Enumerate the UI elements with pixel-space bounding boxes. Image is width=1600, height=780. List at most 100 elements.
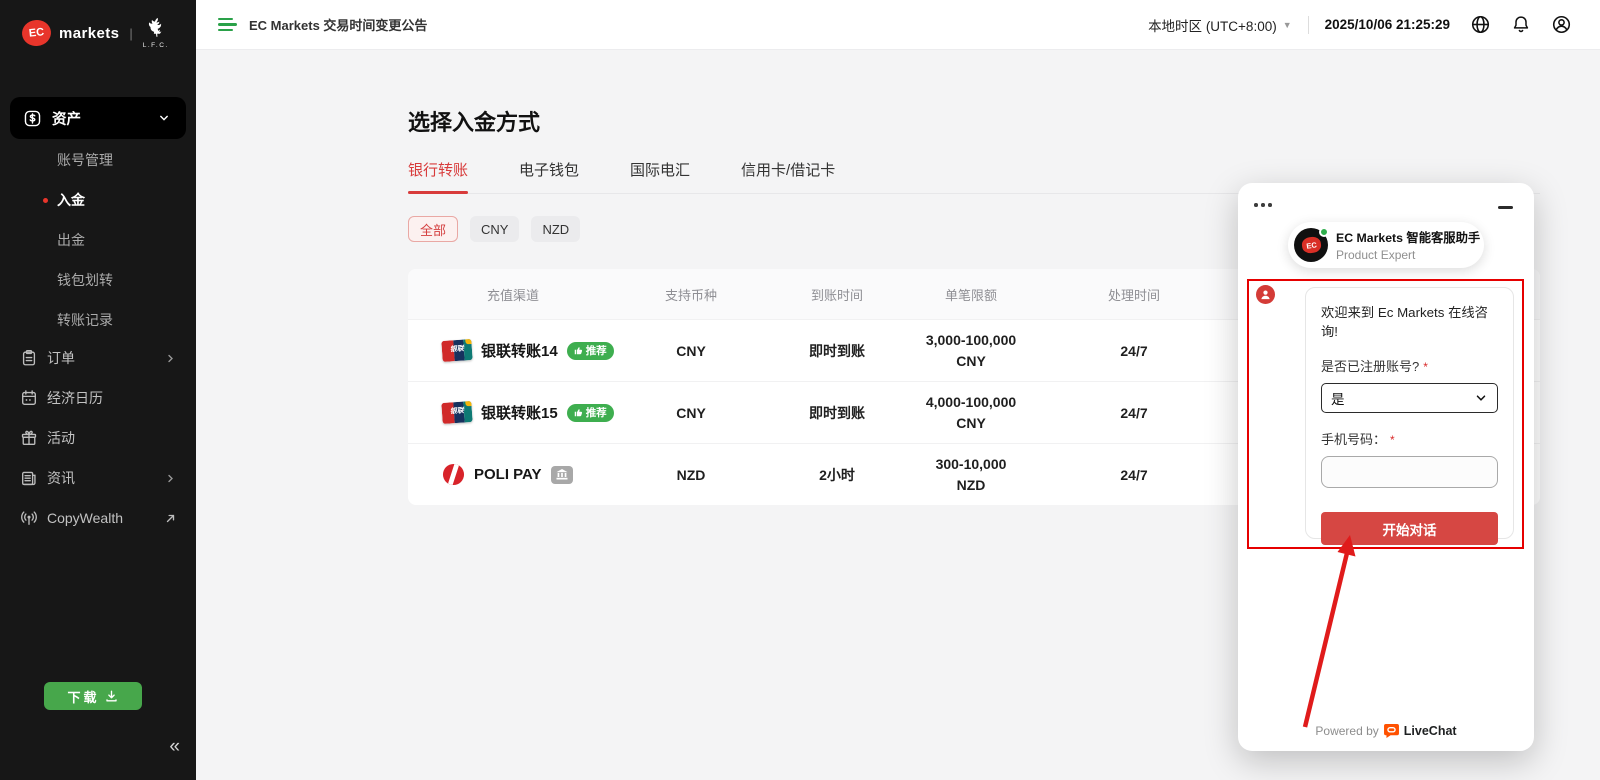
chat-menu-button[interactable] (1254, 203, 1272, 207)
sidebar-item-label: 转账记录 (57, 310, 113, 330)
download-button[interactable]: 下载 (44, 682, 142, 710)
currency-cell: CNY (618, 343, 764, 359)
sidebar-item-label: 资产 (52, 108, 156, 129)
datetime-display: 2025/10/06 21:25:29 (1325, 17, 1450, 32)
sidebar-item-label: 账号管理 (57, 150, 113, 170)
thumb-up-icon (574, 408, 583, 417)
topbar-divider (1308, 16, 1309, 34)
sidebar: EC markets | L.F.C. 资产 账号管理 入金 出金 钱包划转 转… (0, 0, 196, 780)
livechat-brand-label[interactable]: LiveChat (1404, 724, 1457, 738)
registered-question-label: 是否已注册账号?* (1321, 356, 1498, 375)
assets-submenu: 账号管理 入金 出金 钱包划转 转账记录 (0, 140, 196, 340)
sidebar-item-activities[interactable]: 活动 (0, 418, 196, 458)
column-header: 充值渠道 (408, 285, 618, 304)
sidebar-item-assets[interactable]: 资产 (10, 97, 186, 139)
user-account-icon[interactable] (1551, 14, 1572, 35)
agent-avatar: EC (1294, 228, 1328, 262)
currency-cell: CNY (618, 405, 764, 421)
timezone-selector[interactable]: 本地时区 (UTC+8:00) (1148, 15, 1277, 35)
sidebar-item-copywealth[interactable]: CopyWealth (0, 498, 196, 538)
assets-dollar-icon (23, 109, 42, 128)
limit-cell: 300-10,000 NZD (910, 454, 1032, 496)
sidebar-item-news[interactable]: 资讯 (0, 458, 196, 498)
tab-bank-transfer[interactable]: 银行转账 (408, 159, 468, 193)
recommended-badge: 推荐 (567, 342, 614, 360)
chat-minimize-button[interactable] (1498, 206, 1513, 209)
chevron-right-icon (163, 351, 178, 366)
download-label: 下载 (67, 687, 99, 706)
active-dot (43, 198, 48, 203)
sidebar-collapse-button[interactable]: « (169, 737, 180, 756)
calendar-icon (20, 389, 38, 407)
start-chat-button[interactable]: 开始对话 (1321, 512, 1498, 545)
sidebar-item-label: 出金 (57, 230, 85, 250)
online-status-dot (1319, 227, 1329, 237)
tab-international-wire[interactable]: 国际电汇 (630, 159, 690, 193)
sidebar-item-withdraw[interactable]: 出金 (0, 220, 196, 260)
bank-icon (556, 469, 568, 480)
column-header: 处理时间 (1032, 285, 1236, 304)
sidebar-item-transfer-records[interactable]: 转账记录 (0, 300, 196, 340)
liver-bird-icon (145, 17, 167, 41)
processing-cell: 24/7 (1032, 343, 1236, 359)
sidebar-item-wallet-transfer[interactable]: 钱包划转 (0, 260, 196, 300)
sidebar-item-orders[interactable]: 订单 (0, 338, 196, 378)
filter-all[interactable]: 全部 (408, 216, 458, 242)
poli-pay-icon (442, 463, 465, 486)
sidebar-item-label: 资讯 (47, 468, 163, 488)
filter-nzd[interactable]: NZD (531, 216, 580, 242)
gift-icon (20, 429, 38, 447)
sidebar-menu: 订单 经济日历 活动 资讯 CopyWealth (0, 338, 196, 538)
chevron-right-icon (163, 471, 178, 486)
powered-by-label: Powered by (1315, 724, 1378, 738)
brand-name: markets (59, 25, 119, 42)
welcome-message: 欢迎来到 Ec Markets 在线咨询! (1321, 302, 1498, 340)
sidebar-item-label: 经济日历 (47, 388, 178, 408)
prechat-form: 欢迎来到 Ec Markets 在线咨询! 是否已注册账号?* 是 手机号码：*… (1305, 287, 1514, 539)
processing-cell: 24/7 (1032, 467, 1236, 483)
news-icon (20, 469, 38, 487)
app-root: EC markets | L.F.C. 资产 账号管理 入金 出金 钱包划转 转… (0, 0, 1600, 780)
sidebar-item-label: 钱包划转 (57, 270, 113, 290)
filter-cny[interactable]: CNY (470, 216, 519, 242)
badge-label: 推荐 (586, 405, 607, 420)
notifications-bell-icon[interactable] (1511, 14, 1531, 35)
agent-card: EC EC Markets 智能客服助手 Product Expert (1288, 222, 1484, 268)
announcement-menu-icon[interactable] (218, 18, 237, 31)
processing-cell: 24/7 (1032, 405, 1236, 421)
phone-label: 手机号码：* (1321, 429, 1498, 448)
page-title: 选择入金方式 (408, 105, 1600, 137)
required-asterisk: * (1423, 360, 1428, 374)
brand-logo[interactable]: EC markets | L.F.C. (0, 0, 196, 66)
bank-badge (551, 466, 573, 484)
selected-option: 是 (1331, 388, 1345, 408)
ec-logo-mark: EC (21, 19, 53, 48)
limit-cell: 4,000-100,000 CNY (910, 392, 1032, 434)
sidebar-item-label: 入金 (57, 190, 85, 210)
tab-ewallet[interactable]: 电子钱包 (519, 159, 579, 193)
phone-input[interactable] (1321, 456, 1498, 488)
channel-name: POLI PAY (474, 466, 542, 483)
livechat-logo-icon (1384, 724, 1399, 738)
sidebar-item-label: 订单 (47, 348, 163, 368)
badge-label: 推荐 (586, 343, 607, 358)
announcement-link[interactable]: EC Markets 交易时间变更公告 (249, 15, 427, 34)
sidebar-item-deposit[interactable]: 入金 (0, 180, 196, 220)
tab-credit-debit-card[interactable]: 信用卡/借记卡 (741, 159, 835, 193)
chat-footer: Powered by LiveChat (1238, 724, 1534, 738)
external-link-icon (163, 511, 178, 526)
chevron-down-icon (156, 110, 172, 126)
clipboard-icon (20, 349, 38, 367)
sidebar-item-economic-calendar[interactable]: 经济日历 (0, 378, 196, 418)
language-globe-icon[interactable] (1470, 14, 1491, 35)
sidebar-item-label: 活动 (47, 428, 178, 448)
channel-name: 银联转账15 (481, 402, 558, 423)
livechat-widget: EC EC Markets 智能客服助手 Product Expert 欢迎来到… (1238, 183, 1534, 751)
registered-select[interactable]: 是 (1321, 383, 1498, 413)
sidebar-item-account-management[interactable]: 账号管理 (0, 140, 196, 180)
topbar: EC Markets 交易时间变更公告 本地时区 (UTC+8:00) ▼ 20… (196, 0, 1600, 50)
arrival-cell: 即时到账 (764, 341, 910, 361)
currency-cell: NZD (618, 467, 764, 483)
chat-user-avatar-icon (1256, 285, 1275, 304)
column-header: 到账时间 (764, 285, 910, 304)
